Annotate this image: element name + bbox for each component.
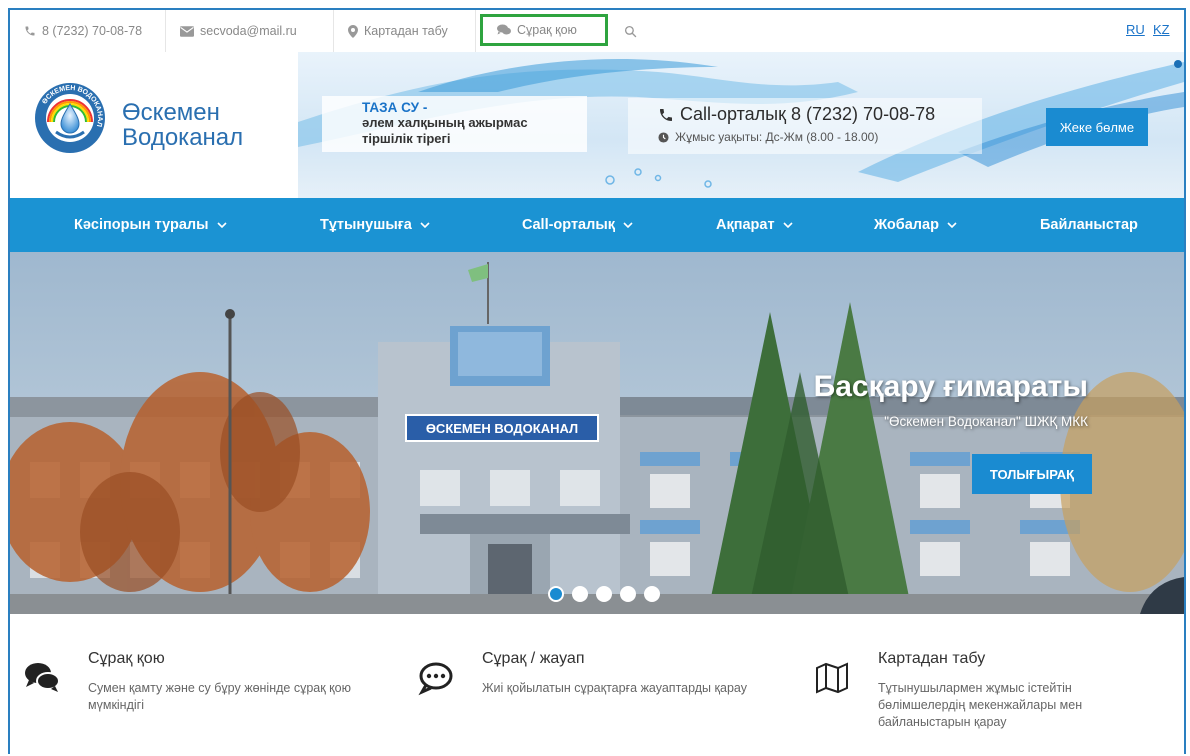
personal-cabinet-button[interactable]: Жеке бөлме [1046, 108, 1148, 146]
call-center-phone[interactable]: Call-орталық 8 (7232) 70-08-78 [658, 104, 982, 125]
chevron-down-icon [623, 217, 633, 233]
nav-item-projects[interactable]: Жобалар [874, 198, 957, 252]
hero-slider: ӨСКЕМЕН ВОДОКАНАЛ Басқару ғимараты "Өске… [10, 252, 1184, 614]
map-icon [814, 660, 850, 696]
search-icon [624, 25, 637, 38]
site-header: ӨСКЕМЕН ВОДОКАНАЛ Өскемен Водоканал ТАЗА… [10, 52, 1184, 198]
feature-description: Тұтынушылармен жұмыс істейтін бөлімшелер… [878, 681, 1083, 729]
feature-description: Жиі қойылатын сұрақтарға жауаптарды қара… [482, 681, 747, 695]
lang-kz-link[interactable]: KZ [1153, 22, 1170, 37]
chat-bubbles-icon [24, 660, 60, 696]
nav-item-information[interactable]: Ақпарат [716, 198, 793, 252]
slider-dot-5[interactable] [644, 586, 660, 602]
nav-label: Call-орталық [522, 217, 615, 233]
hero-more-button[interactable]: ТОЛЫҒЫРАҚ [972, 454, 1092, 494]
nav-label: Байланыстар [1040, 217, 1138, 233]
page-frame: 8 (7232) 70-08-78 secvoda@mail.ru Картад… [8, 8, 1186, 754]
comment-dots-icon [418, 660, 454, 696]
map-link[interactable]: Картадан табу [334, 10, 476, 52]
slider-dot-1[interactable] [548, 586, 564, 602]
phone-text: 8 (7232) 70-08-78 [42, 24, 143, 38]
slider-dots [548, 586, 668, 602]
hero-subtitle: "Өскемен Водоканал" ШЖҚ МКК [884, 414, 1088, 429]
logo-text[interactable]: Өскемен Водоканал [122, 100, 243, 150]
comments-icon [497, 24, 511, 36]
header-banner: ТАЗА СУ - әлем халқының ажырмас тіршілік… [298, 52, 1184, 198]
slider-dot-2[interactable] [572, 586, 588, 602]
nav-label: Кәсіпорын туралы [74, 217, 209, 233]
logo-drop-icon: ӨСКЕМЕН ВОДОКАНАЛ [35, 83, 105, 153]
nav-item-call-center[interactable]: Call-орталық [522, 198, 633, 252]
work-hours: Жұмыс уақыты: Дс-Жм (8.00 - 18.00) [658, 130, 982, 144]
logo-emblem[interactable]: ӨСКЕМЕН ВОДОКАНАЛ [34, 82, 106, 154]
logo-line-1: Өскемен [122, 99, 220, 126]
chevron-down-icon [947, 217, 957, 233]
chevron-down-icon [216, 217, 227, 233]
email-text: secvoda@mail.ru [200, 24, 297, 38]
call-center-box: Call-орталық 8 (7232) 70-08-78 Жұмыс уақ… [628, 98, 982, 154]
feature-title[interactable]: Сұрақ / жауап [482, 650, 585, 668]
map-text: Картадан табу [364, 24, 448, 38]
chevron-down-icon [420, 217, 430, 233]
main-nav: Кәсіпорын туралы Тұтынушыға Call-орталық… [10, 198, 1184, 252]
clock-icon [658, 131, 669, 143]
lang-ru-link[interactable]: RU [1126, 22, 1145, 37]
nav-label: Ақпарат [716, 217, 775, 233]
phone-icon [24, 25, 36, 37]
search-button[interactable] [610, 10, 658, 52]
map-marker-icon [348, 24, 358, 38]
slogan-title: ТАЗА СУ - [362, 100, 428, 115]
slider-dot-3[interactable] [596, 586, 612, 602]
top-bar: 8 (7232) 70-08-78 secvoda@mail.ru Картад… [10, 10, 1184, 53]
feature-title[interactable]: Сұрақ қою [88, 650, 165, 668]
feature-title[interactable]: Картадан табу [878, 650, 985, 668]
ask-question-link[interactable]: Сұрақ қою [480, 14, 608, 46]
work-hours-text: Жұмыс уақыты: Дс-Жм (8.00 - 18.00) [675, 130, 879, 144]
feature-description: Сумен қамту және су бұру жөнінде сұрақ қ… [88, 681, 351, 712]
ask-text: Сұрақ қою [517, 23, 577, 37]
slogan-line-1: әлем халқының ажырмас [362, 115, 528, 130]
nav-item-consumer[interactable]: Тұтынушыға [320, 198, 430, 252]
nav-label: Тұтынушыға [320, 217, 412, 233]
logo-line-2: Водоканал [122, 124, 244, 151]
envelope-icon [180, 25, 194, 37]
email-link[interactable]: secvoda@mail.ru [166, 10, 334, 52]
nav-item-contacts[interactable]: Байланыстар [1040, 198, 1138, 252]
call-center-text: Call-орталық 8 (7232) 70-08-78 [680, 104, 936, 124]
slogan-line-2: тіршілік тірегі [362, 131, 451, 146]
slider-dot-4[interactable] [620, 586, 636, 602]
hero-building-image: ӨСКЕМЕН ВОДОКАНАЛ [10, 252, 1184, 614]
building-sign-text: ӨСКЕМЕН ВОДОКАНАЛ [426, 421, 578, 436]
phone-link[interactable]: 8 (7232) 70-08-78 [10, 10, 166, 52]
hero-title: Басқару ғимараты [813, 370, 1088, 403]
nav-item-about[interactable]: Кәсіпорын туралы [74, 198, 227, 252]
phone-icon [658, 107, 674, 123]
slogan-box: ТАЗА СУ - әлем халқының ажырмас тіршілік… [322, 96, 587, 152]
chevron-down-icon [783, 217, 793, 233]
nav-label: Жобалар [874, 217, 939, 233]
